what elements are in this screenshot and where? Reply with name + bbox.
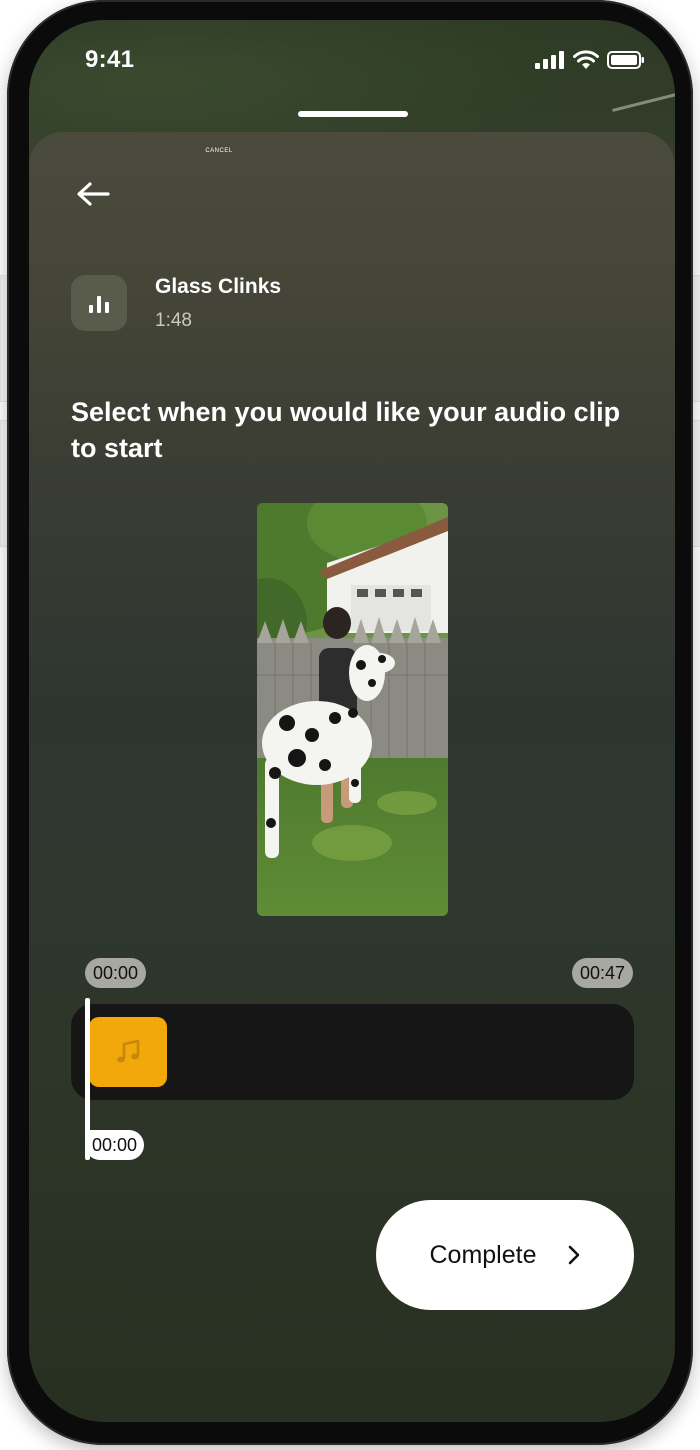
music-note-icon <box>117 1039 140 1063</box>
track-title: Glass Clinks <box>155 275 282 298</box>
status-bar: 9:41 <box>29 20 675 100</box>
audio-clip-block[interactable] <box>89 1017 167 1087</box>
page: 9:41 CANCEL Glass Clinks 1:48 Select whe… <box>0 0 700 1450</box>
audio-timeline[interactable] <box>71 1004 634 1100</box>
cancel-button[interactable]: CANCEL <box>29 148 409 154</box>
audio-start-sheet: CANCEL Glass Clinks 1:48 Select when you… <box>29 132 675 1422</box>
phone-screen: 9:41 CANCEL Glass Clinks 1:48 Select whe… <box>29 20 675 1422</box>
chevron-right-icon <box>568 1245 579 1265</box>
video-preview-image <box>257 503 448 916</box>
cellular-signal-icon <box>535 50 564 69</box>
track-duration: 1:48 <box>155 310 192 331</box>
timeline-end-time: 00:47 <box>571 958 633 988</box>
timeline-start-time: 00:00 <box>85 958 147 988</box>
equalizer-bars-icon <box>89 296 109 313</box>
instruction-heading: Select when you would like your audio cl… <box>71 397 621 463</box>
video-preview <box>257 503 448 916</box>
phone-frame: 9:41 CANCEL Glass Clinks 1:48 Select whe… <box>7 0 693 1445</box>
arrow-left-icon <box>77 182 110 206</box>
track-thumbnail <box>71 275 127 331</box>
playhead-time: 00:00 <box>85 1130 145 1160</box>
complete-button-label: Complete <box>429 1240 537 1269</box>
status-time: 9:41 <box>85 46 135 73</box>
sheet-grabber[interactable] <box>298 111 408 117</box>
battery-icon <box>607 50 644 69</box>
track-info: Glass Clinks 1:48 <box>155 274 281 332</box>
status-icons <box>535 50 645 69</box>
wifi-icon <box>573 50 599 69</box>
back-button[interactable] <box>71 176 115 212</box>
selected-track: Glass Clinks 1:48 <box>71 274 281 332</box>
complete-button[interactable]: Complete <box>376 1200 634 1310</box>
